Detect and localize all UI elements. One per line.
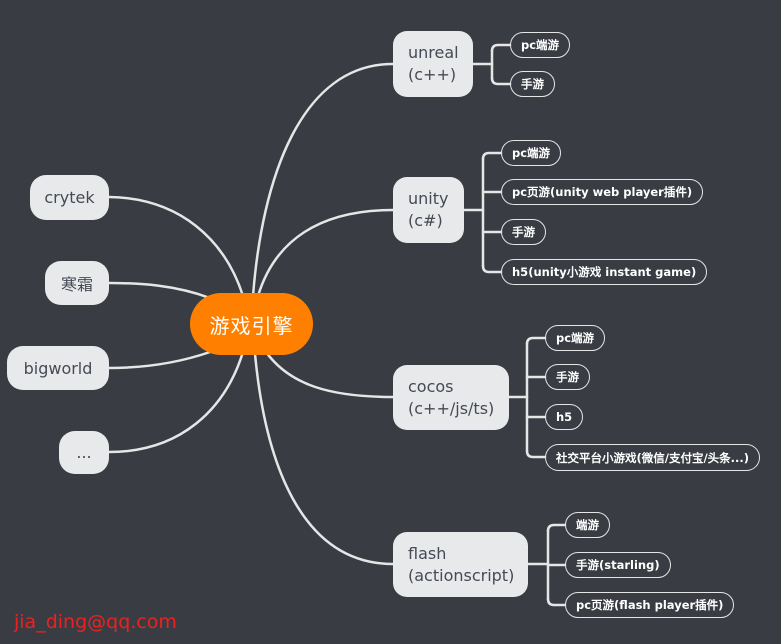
subtopic-cocos-pc[interactable]: pc端游 [545, 325, 606, 351]
topic-unity[interactable]: unity (c#) [393, 177, 464, 243]
topic-label: unity [408, 189, 449, 208]
topic-cocos[interactable]: cocos (c++/js/ts) [393, 365, 509, 430]
connector-flash [253, 352, 395, 566]
topic-label: ... [76, 443, 92, 462]
connector-crytek [107, 195, 245, 298]
subtopic-unity-web[interactable]: pc页游(unity web player插件) [501, 179, 704, 205]
bracket-unreal-arm-1 [490, 76, 512, 86]
subtopic-label: h5(unity小游戏 instant game) [512, 265, 697, 279]
subtopic-label: 手游 [521, 77, 544, 91]
subtopic-cocos-h5[interactable]: h5 [545, 404, 584, 430]
subtopic-flash-client[interactable]: 端游 [565, 512, 610, 538]
topic-label: 寒霜 [60, 275, 93, 294]
bracket-unreal-arm-0 [490, 43, 512, 53]
central-topic-label: 游戏引擎 [209, 313, 294, 338]
topic-sublabel: (c++/js/ts) [408, 398, 495, 418]
connector-bigworld [107, 350, 212, 370]
subtopic-label: pc页游(flash player插件) [576, 598, 724, 612]
bracket-unity-arm-0 [481, 151, 503, 161]
central-topic[interactable]: 游戏引擎 [190, 293, 313, 355]
subtopic-unreal-pc[interactable]: pc端游 [510, 32, 571, 58]
topic-sublabel: (actionscript) [408, 565, 515, 585]
subtopic-label: 社交平台小游戏(微信/支付宝/头条...) [556, 450, 750, 465]
topic-crytek[interactable]: crytek [30, 175, 109, 220]
connector-layer [107, 43, 567, 607]
subtopic-label: 端游 [576, 518, 599, 532]
connector-frostbite [107, 281, 212, 300]
subtopic-unity-pc[interactable]: pc端游 [501, 140, 562, 166]
subtopic-label: 手游(starling) [576, 558, 660, 572]
mindmap-canvas: 游戏引擎 crytek 寒霜 bigworld ... unreal (c++) … [0, 0, 781, 644]
topic-label: cocos [408, 376, 454, 396]
topic-sublabel: (c++) [408, 65, 457, 84]
subtopic-label: 手游 [556, 370, 579, 384]
topic-label: flash [408, 543, 447, 563]
topic-sublabel: (c#) [408, 211, 443, 230]
topic-label: crytek [44, 188, 95, 207]
topic-flash[interactable]: flash (actionscript) [393, 532, 528, 597]
topic-more[interactable]: ... [59, 431, 109, 474]
subtopic-cocos-mobile[interactable]: 手游 [545, 364, 590, 390]
subtopic-label: h5 [556, 410, 573, 424]
topic-label: unreal [408, 43, 459, 62]
topic-frostbite[interactable]: 寒霜 [45, 261, 109, 305]
bracket-flash-arm-0 [546, 523, 567, 533]
topic-bigworld[interactable]: bigworld [7, 346, 109, 390]
bracket-unity-arm-3 [481, 264, 503, 274]
subtopic-cocos-social[interactable]: 社交平台小游戏(微信/支付宝/头条...) [545, 444, 761, 471]
author-watermark: jia_ding@qq.com [14, 611, 177, 633]
connector-unity [256, 208, 395, 298]
subtopic-unreal-mobile[interactable]: 手游 [510, 71, 555, 97]
bracket-cocos-arm-0 [525, 336, 547, 346]
subtopic-label: 手游 [512, 225, 535, 239]
subtopic-label: pc页游(unity web player插件) [512, 185, 693, 199]
topic-unreal[interactable]: unreal (c++) [393, 31, 473, 97]
subtopic-label: pc端游 [512, 146, 551, 160]
bracket-flash-arm-2 [546, 597, 567, 607]
subtopic-flash-web[interactable]: pc页游(flash player插件) [565, 592, 735, 618]
subtopic-label: pc端游 [521, 38, 560, 52]
topic-label: bigworld [23, 358, 93, 378]
subtopic-label: pc端游 [556, 331, 595, 345]
subtopic-flash-mobile[interactable]: 手游(starling) [565, 552, 671, 578]
subtopic-unity-mobile[interactable]: 手游 [501, 219, 546, 245]
connector-cocos [264, 350, 395, 399]
subtopic-unity-h5[interactable]: h5(unity小游戏 instant game) [501, 259, 708, 285]
bracket-cocos-arm-3 [525, 449, 547, 459]
